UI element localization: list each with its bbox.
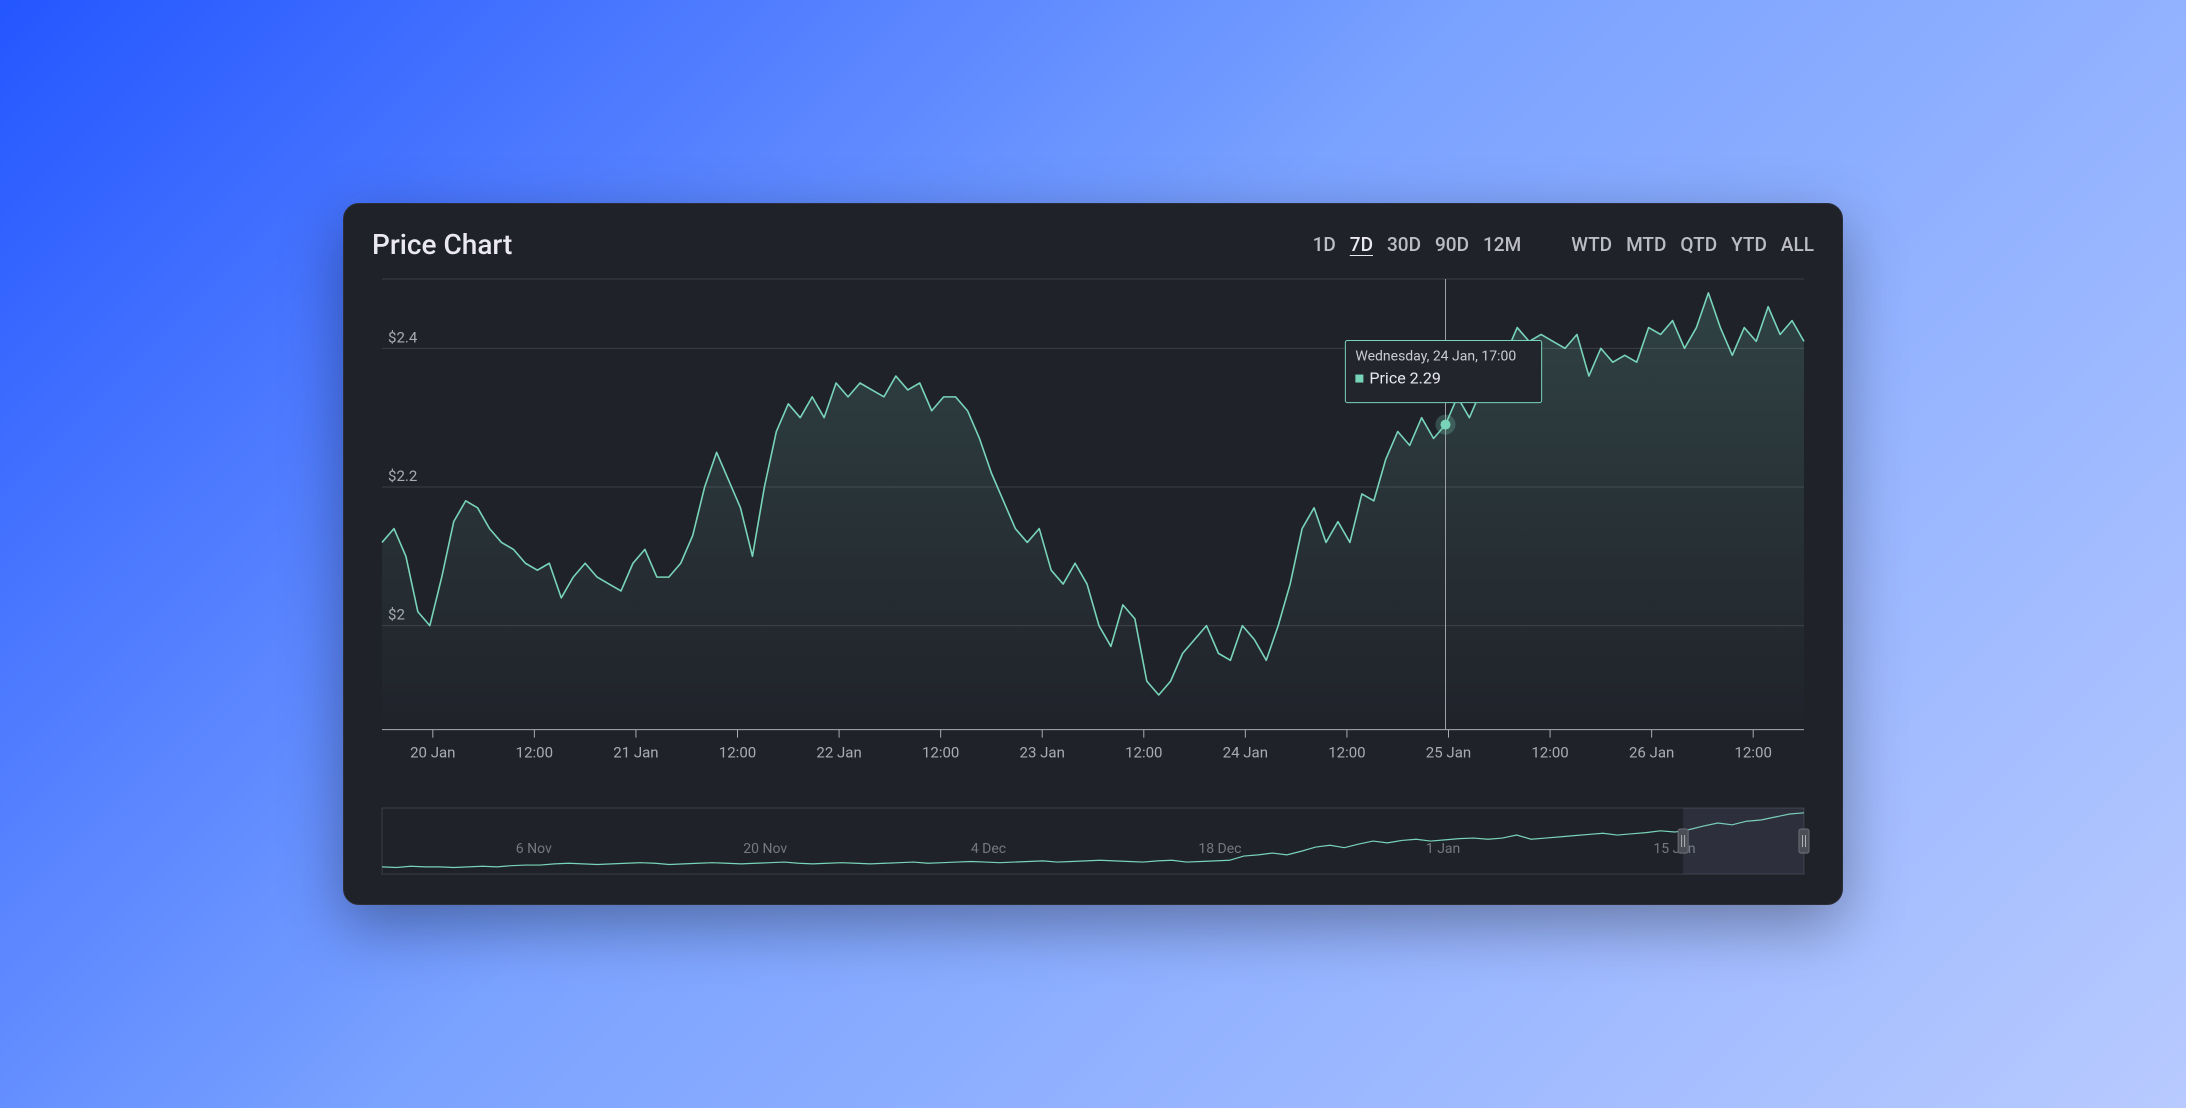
svg-text:12:00: 12:00 xyxy=(719,744,756,762)
chart-tooltip: Wednesday, 24 Jan, 17:00 Price 2.29 xyxy=(1345,341,1541,403)
range-tab-wtd[interactable]: WTD xyxy=(1571,233,1612,256)
range-tab-30d[interactable]: 30D xyxy=(1387,233,1421,256)
svg-text:18 Dec: 18 Dec xyxy=(1198,841,1241,857)
chart-header: Price Chart 1D 7D 30D 90D 12M WTD MTD QTD YTD AL… xyxy=(372,228,1814,261)
svg-text:12:00: 12:00 xyxy=(516,744,553,762)
range-tab-12m[interactable]: 12M xyxy=(1483,233,1521,256)
svg-text:6 Nov: 6 Nov xyxy=(516,841,552,857)
main-chart[interactable]: $2$2.2$2.420 Jan12:0021 Jan12:0022 Jan12… xyxy=(372,269,1814,780)
svg-text:12:00: 12:00 xyxy=(922,744,959,762)
chart-title: Price Chart xyxy=(372,228,512,261)
range-tab-7d[interactable]: 7D xyxy=(1350,233,1373,256)
svg-text:24 Jan: 24 Jan xyxy=(1223,744,1268,762)
svg-text:$2.4: $2.4 xyxy=(388,328,418,346)
svg-text:1 Jan: 1 Jan xyxy=(1426,841,1460,857)
svg-text:Wednesday, 24 Jan, 17:00: Wednesday, 24 Jan, 17:00 xyxy=(1355,349,1516,365)
range-tab-mtd[interactable]: MTD xyxy=(1626,233,1666,256)
svg-text:25 Jan: 25 Jan xyxy=(1426,744,1471,762)
svg-text:20 Jan: 20 Jan xyxy=(410,744,455,762)
svg-text:$2.2: $2.2 xyxy=(388,467,417,485)
svg-text:12:00: 12:00 xyxy=(1734,744,1771,762)
range-tabs: 1D 7D 30D 90D 12M WTD MTD QTD YTD ALL xyxy=(1313,233,1814,256)
range-tab-90d[interactable]: 90D xyxy=(1435,233,1469,256)
range-tab-all[interactable]: ALL xyxy=(1781,233,1814,256)
svg-text:23 Jan: 23 Jan xyxy=(1020,744,1065,762)
svg-text:26 Jan: 26 Jan xyxy=(1629,744,1674,762)
navigator-handle-right[interactable] xyxy=(1799,829,1809,853)
svg-text:12:00: 12:00 xyxy=(1328,744,1365,762)
range-tab-ytd[interactable]: YTD xyxy=(1731,233,1767,256)
svg-text:Price 2.29: Price 2.29 xyxy=(1369,369,1441,388)
svg-text:22 Jan: 22 Jan xyxy=(816,744,861,762)
range-tab-qtd[interactable]: QTD xyxy=(1680,233,1717,256)
svg-text:21 Jan: 21 Jan xyxy=(613,744,658,762)
svg-text:4 Dec: 4 Dec xyxy=(971,841,1006,857)
price-chart-card: Price Chart 1D 7D 30D 90D 12M WTD MTD QTD YTD AL… xyxy=(343,203,1843,905)
navigator-handle-left[interactable] xyxy=(1678,829,1688,853)
svg-text:20 Nov: 20 Nov xyxy=(743,841,787,857)
navigator-chart[interactable]: 6 Nov20 Nov4 Dec18 Dec1 Jan15 Jan xyxy=(372,806,1814,876)
svg-text:12:00: 12:00 xyxy=(1125,744,1162,762)
svg-text:12:00: 12:00 xyxy=(1531,744,1568,762)
range-tab-1d[interactable]: 1D xyxy=(1313,233,1336,256)
